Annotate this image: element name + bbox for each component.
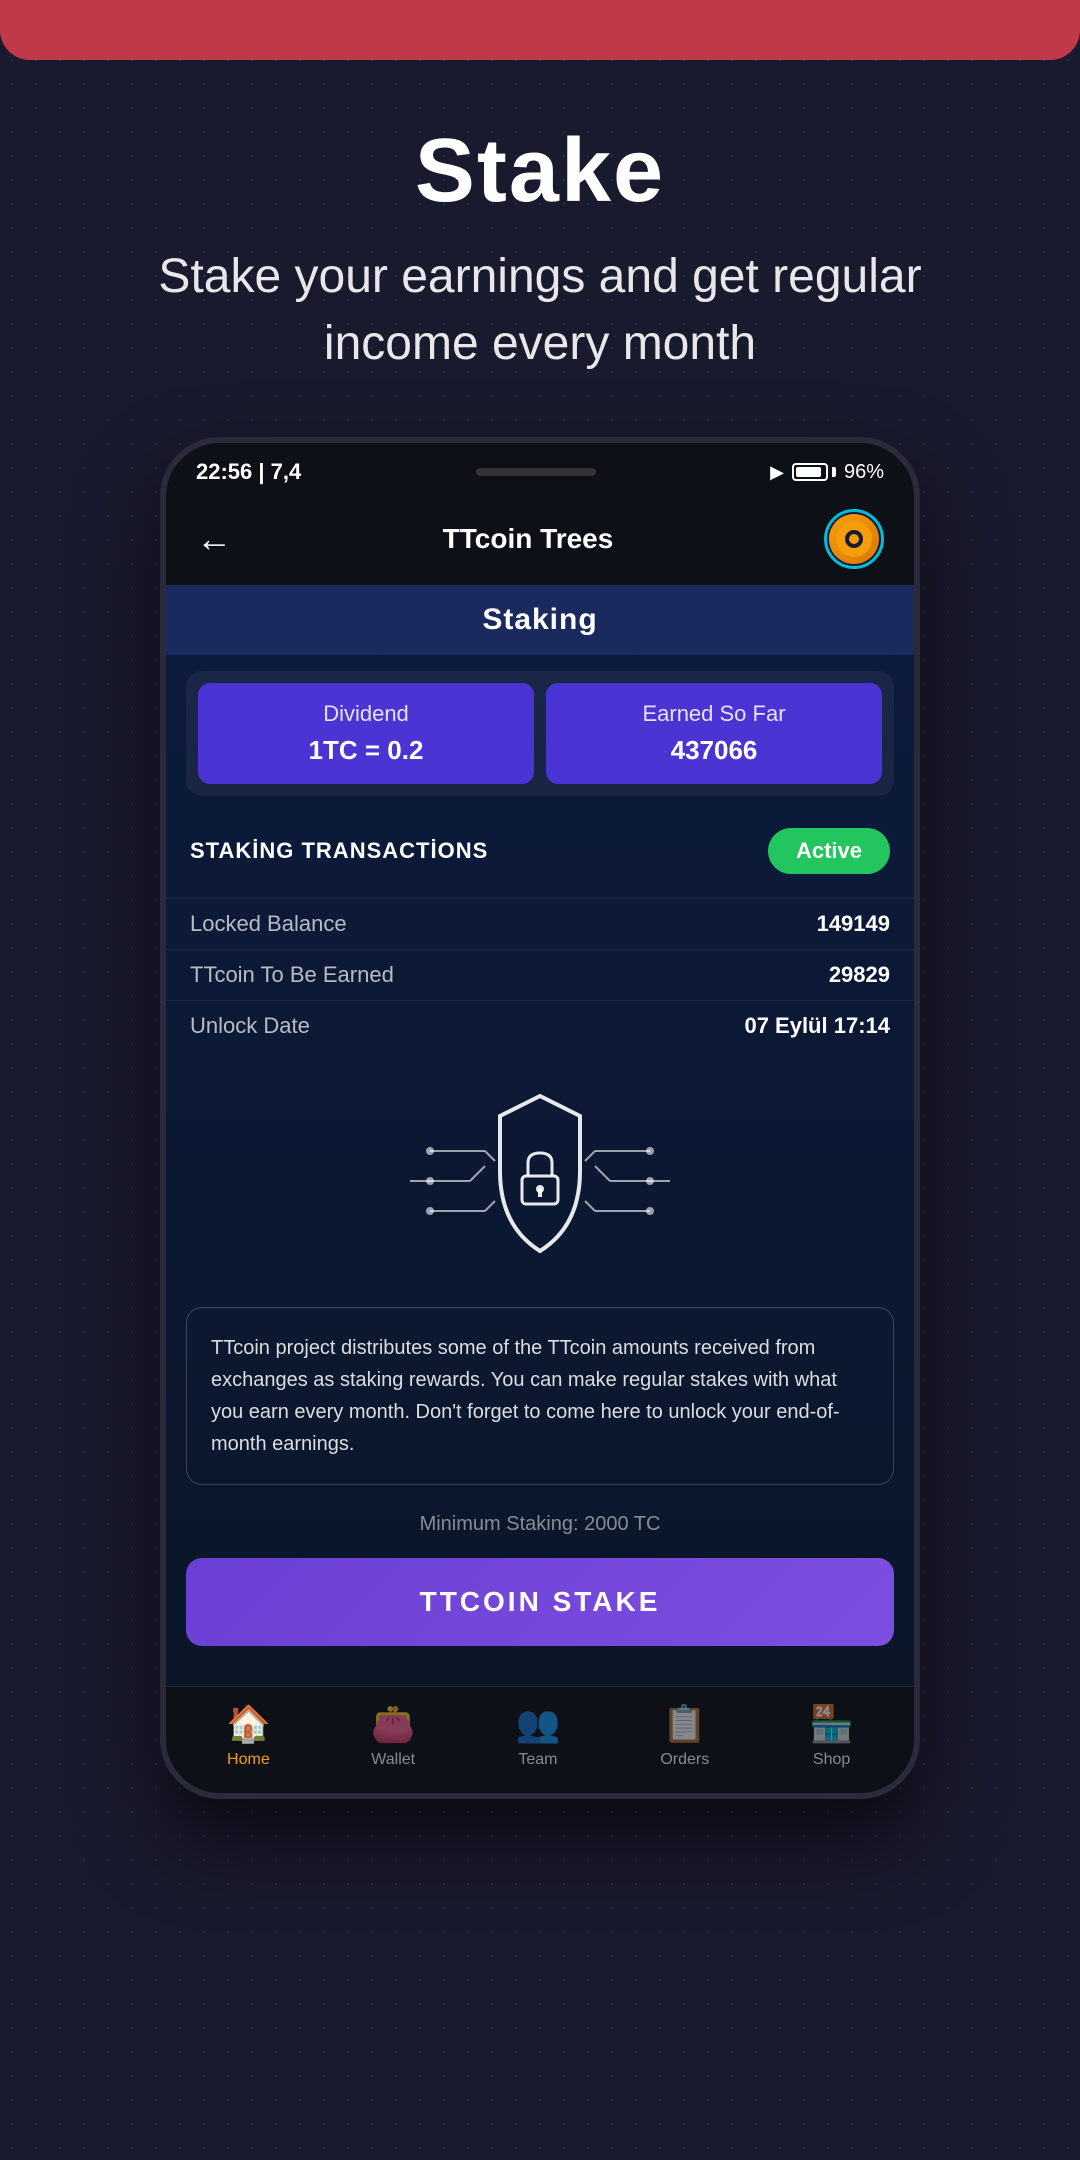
unlock-date-label: Unlock Date [190, 1013, 310, 1039]
battery-tip [832, 467, 836, 477]
hero-title: Stake [80, 120, 1000, 223]
hero-section: Stake Stake your earnings and get regula… [0, 60, 1080, 417]
bluetooth-icon: ▶ [770, 462, 784, 483]
battery-percent: 96% [844, 461, 884, 484]
transactions-label: STAKİNG TRANSACTİONS [190, 838, 488, 864]
bottom-nav: 🏠 Home 👛 Wallet 👥 Team 📋 Orders 🏪 Shop [166, 1686, 914, 1793]
locked-balance-label: Locked Balance [190, 911, 347, 937]
team-label: Team [518, 1751, 557, 1769]
unlock-date-row: Unlock Date 07 Eylül 17:14 [166, 1000, 914, 1051]
back-button[interactable]: ← [196, 518, 232, 560]
ttcoin-earned-label: TTcoin To Be Earned [190, 962, 394, 988]
home-label: Home [227, 1751, 270, 1769]
info-box: TTcoin project distributes some of the T… [186, 1307, 894, 1485]
home-icon: 🏠 [226, 1703, 271, 1745]
ttcoin-earned-row: TTcoin To Be Earned 29829 [166, 949, 914, 1000]
info-text: TTcoin project distributes some of the T… [211, 1332, 869, 1460]
nav-item-wallet[interactable]: 👛 Wallet [371, 1703, 416, 1769]
status-time: 22:56 | 7,4 [196, 459, 301, 485]
stats-row: Dividend 1TC = 0.2 Earned So Far 437066 [186, 671, 894, 796]
status-bar: 22:56 | 7,4 ▶ 96% [166, 443, 914, 493]
dividend-label: Dividend [218, 701, 514, 727]
status-notch [476, 468, 596, 476]
earned-so-far-value: 437066 [566, 735, 862, 766]
shop-label: Shop [813, 1751, 850, 1769]
hero-subtitle: Stake your earnings and get regular inco… [80, 243, 1000, 377]
status-right: ▶ 96% [770, 461, 884, 484]
unlock-date-value: 07 Eylül 17:14 [744, 1013, 890, 1039]
nav-item-shop[interactable]: 🏪 Shop [809, 1703, 854, 1769]
shop-icon: 🏪 [809, 1703, 854, 1745]
transactions-row: STAKİNG TRANSACTİONS Active [166, 812, 914, 890]
orders-icon: 📋 [662, 1703, 707, 1745]
avatar-inner [829, 514, 879, 564]
wallet-icon: 👛 [371, 1703, 416, 1745]
ttcoin-earned-value: 29829 [829, 962, 890, 988]
phone-content: Staking Dividend 1TC = 0.2 Earned So Far… [166, 585, 914, 1686]
battery-fill [796, 467, 821, 477]
staking-title: Staking [482, 603, 597, 636]
locked-balance-value: 149149 [817, 911, 890, 937]
shield-icon [410, 1081, 670, 1281]
earned-so-far-label: Earned So Far [566, 701, 862, 727]
nav-item-team[interactable]: 👥 Team [516, 1703, 561, 1769]
team-icon: 👥 [516, 1703, 561, 1745]
orders-label: Orders [660, 1751, 709, 1769]
locked-balance-row: Locked Balance 149149 [166, 898, 914, 949]
battery-indicator [792, 463, 836, 481]
nav-bar: ← TTcoin Trees [166, 493, 914, 585]
dividend-value: 1TC = 0.2 [218, 735, 514, 766]
nav-title: TTcoin Trees [443, 523, 614, 555]
dividend-card: Dividend 1TC = 0.2 [198, 683, 534, 784]
active-badge: Active [768, 828, 890, 874]
shield-section [166, 1051, 914, 1291]
earned-so-far-card: Earned So Far 437066 [546, 683, 882, 784]
stake-button[interactable]: TTCOIN STAKE [186, 1558, 894, 1646]
wallet-label: Wallet [371, 1751, 415, 1769]
phone-mockup: 22:56 | 7,4 ▶ 96% ← TTcoin Trees [160, 437, 920, 1799]
minimum-staking-text: Minimum Staking: 2000 TC [166, 1501, 914, 1548]
nav-item-orders[interactable]: 📋 Orders [660, 1703, 709, 1769]
battery-body [792, 463, 828, 481]
nav-item-home[interactable]: 🏠 Home [226, 1703, 271, 1769]
top-bar [0, 0, 1080, 60]
staking-header: Staking [166, 585, 914, 655]
avatar[interactable] [824, 509, 884, 569]
